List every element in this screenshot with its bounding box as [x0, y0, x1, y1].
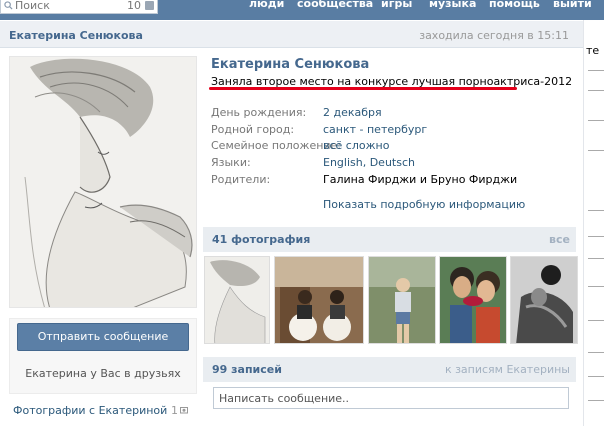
- status-underline: [209, 87, 517, 90]
- profile-name: Екатерина Сенюкова: [211, 57, 370, 72]
- edge-divider: [588, 210, 604, 211]
- menu-games[interactable]: игры: [381, 0, 412, 14]
- edge-divider: [588, 320, 604, 321]
- edge-divider: [588, 120, 604, 121]
- edge-divider: [588, 90, 604, 91]
- wall-title[interactable]: 99 записей: [212, 363, 282, 376]
- avatar-drawing: [10, 57, 196, 307]
- info-value-birthday[interactable]: 2 декабря: [323, 106, 382, 119]
- photo-thumb[interactable]: [274, 256, 364, 344]
- edge-divider: [588, 258, 604, 259]
- photo-thumb-image: [511, 257, 577, 343]
- edge-divider: [588, 376, 604, 377]
- search-options-icon[interactable]: [145, 1, 154, 10]
- edge-divider: [588, 236, 604, 237]
- edge-divider: [588, 352, 604, 353]
- photo-thumb[interactable]: [204, 256, 270, 344]
- edge-divider: [588, 150, 604, 151]
- edge-text: те: [586, 44, 600, 57]
- info-label-birthday: День рождения:: [211, 106, 307, 119]
- send-message-button[interactable]: Отправить сообщение: [17, 323, 189, 351]
- photo-thumb-image: [440, 257, 506, 343]
- edge-divider: [588, 70, 604, 71]
- wall-section-header: 99 записей к записям Екатерины: [203, 357, 576, 382]
- info-value-hometown[interactable]: санкт - петербург: [323, 123, 427, 136]
- photos-with-link[interactable]: Фотографии с Екатериной: [13, 404, 167, 417]
- wall-input-placeholder: Написать сообщение..: [219, 392, 350, 405]
- menu-logout[interactable]: выйти: [553, 0, 592, 14]
- photo-thumb[interactable]: [368, 256, 436, 344]
- search-placeholder: Поиск: [15, 0, 50, 12]
- search-count: 10: [127, 0, 141, 12]
- last-seen: заходила сегодня в 15:11: [419, 29, 569, 42]
- menu-people[interactable]: люди: [249, 0, 284, 14]
- show-more-link[interactable]: Показать подробную информацию: [323, 198, 525, 211]
- info-value-relationship[interactable]: всё сложно: [323, 139, 389, 152]
- photos-section-header[interactable]: 41 фотография все: [203, 227, 576, 252]
- avatar[interactable]: [9, 56, 197, 308]
- menu-help[interactable]: помощь: [489, 0, 540, 14]
- info-value-parents: Галина Фирджи и Бруно Фирджи: [323, 173, 518, 186]
- photo-icon: [180, 407, 188, 414]
- info-label-languages: Языки:: [211, 156, 251, 169]
- profile-header-bar: Екатерина Сенюкова заходила сегодня в 15…: [0, 21, 583, 48]
- photo-thumb-image: [369, 257, 435, 343]
- menu-communities[interactable]: сообщества: [297, 0, 373, 14]
- friends-status: Екатерина у Вас в друзьях: [25, 367, 181, 380]
- photo-thumb[interactable]: [510, 256, 578, 344]
- photo-thumb-image: [205, 257, 269, 343]
- info-label-hometown: Родной город:: [211, 123, 295, 136]
- photo-thumb-image: [275, 257, 363, 343]
- send-message-panel: Отправить сообщение Екатерина у Вас в др…: [9, 318, 197, 394]
- wall-to-posts-link[interactable]: к записям Екатерины: [445, 363, 570, 376]
- photo-thumb[interactable]: [439, 256, 507, 344]
- search-box[interactable]: Поиск 10: [0, 0, 158, 14]
- photos-title[interactable]: 41 фотография: [212, 233, 310, 246]
- edge-divider: [588, 286, 604, 287]
- wall-post-input[interactable]: Написать сообщение..: [213, 387, 569, 409]
- info-label-relationship: Семейное положение:: [211, 139, 342, 152]
- right-edge-panel: [583, 20, 604, 426]
- menu-music[interactable]: музыка: [429, 0, 476, 14]
- profile-header-name[interactable]: Екатерина Сенюкова: [9, 29, 143, 42]
- edge-divider: [588, 400, 604, 401]
- search-icon: [4, 1, 13, 10]
- photos-with-count: 1: [171, 404, 178, 417]
- photos-all-link[interactable]: все: [549, 233, 570, 246]
- info-value-languages[interactable]: English, Deutsch: [323, 156, 415, 169]
- info-label-parents: Родители:: [211, 173, 271, 186]
